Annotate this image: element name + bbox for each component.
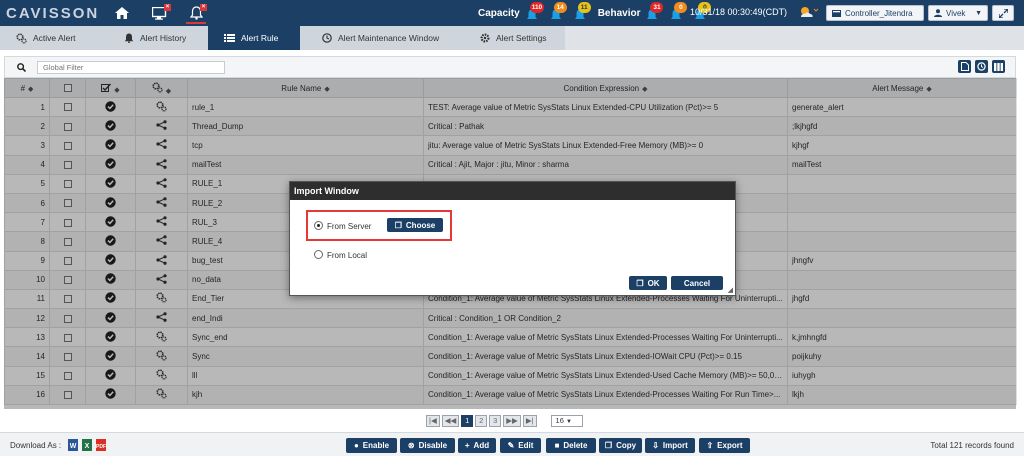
fullscreen-button[interactable] (992, 5, 1014, 21)
history-button[interactable] (975, 60, 988, 73)
tab-bar: Active Alert Alert History Alert Rule Al… (0, 26, 1024, 50)
footer-bar: Download As : W X PDF ● Enable ⊗ Disable +… (0, 432, 1024, 456)
behavior-critical[interactable]: 31 (644, 2, 664, 23)
monitor-icon[interactable]: × (148, 1, 172, 25)
metrics-summary: Capacity 110 14 11 Behavior 31 0 0 (478, 2, 716, 23)
dialog-title: Import Window (290, 182, 735, 200)
copy-button[interactable]: ❐ Copy (599, 438, 642, 453)
cancel-button[interactable]: Cancel (671, 276, 723, 290)
server-datetime: 10/31/18 00:30:49(CDT) (690, 7, 788, 17)
total-records: Total 121 records found (930, 441, 1014, 450)
tab-alert-rule[interactable]: Alert Rule (208, 26, 300, 50)
weather-icon[interactable] (797, 4, 819, 22)
capacity-major[interactable]: 14 (548, 2, 568, 23)
resize-handle-icon[interactable]: ◢ (728, 286, 733, 294)
tab-alert-settings[interactable]: Alert Settings (464, 26, 565, 50)
capacity-label: Capacity (478, 7, 520, 19)
bell-alert-badge: × (200, 4, 207, 11)
excel-download-icon[interactable]: X (82, 439, 92, 453)
brand-logo: CAVISSON (6, 4, 100, 22)
enable-button[interactable]: ● Enable (346, 438, 397, 453)
gears-icon (16, 32, 27, 44)
server-icon (832, 9, 841, 17)
word-download-icon[interactable]: W (68, 439, 78, 453)
add-button[interactable]: + Add (458, 438, 496, 453)
edit-icon: ✎ (507, 441, 515, 450)
copy-icon: ❐ (604, 441, 613, 450)
page-3-button[interactable]: 3 (489, 414, 502, 427)
pdf-download-icon[interactable]: PDF (96, 439, 106, 453)
behavior-label: Behavior (597, 7, 641, 19)
list-icon (224, 34, 235, 42)
expand-icon (998, 8, 1008, 18)
from-local-label: From Local (327, 251, 368, 260)
choose-button[interactable]: ❐ Choose (387, 218, 443, 232)
bell-nav-icon[interactable]: × (184, 1, 208, 25)
check-circle-icon: ● (353, 441, 359, 450)
export-file-button[interactable] (958, 60, 971, 73)
page-2-button[interactable]: 2 (475, 414, 488, 427)
ok-button[interactable]: ❐ OK (629, 276, 667, 290)
chevron-down-icon: ▼ (565, 418, 572, 425)
download-icon: ⇩ (652, 441, 659, 450)
copy-icon: ❐ (636, 278, 644, 288)
plus-icon: + (464, 441, 470, 450)
last-page-button[interactable]: ▶| (522, 414, 537, 427)
export-button[interactable]: ⇧ Export (699, 438, 750, 453)
svg-text:W: W (70, 443, 77, 450)
next-page-button[interactable]: ▶▶ (503, 414, 521, 427)
edit-button[interactable]: ✎ Edit (500, 438, 541, 453)
from-server-radio[interactable] (314, 221, 323, 230)
clock-icon (322, 33, 332, 43)
behavior-major[interactable]: 0 (668, 2, 688, 23)
capacity-minor[interactable]: 11 (572, 2, 592, 23)
import-button[interactable]: ⇩ Import (645, 438, 695, 453)
tab-active-alert[interactable]: Active Alert (0, 26, 108, 50)
chevron-down-icon: ▼ (975, 9, 982, 17)
upload-icon: ⇧ (706, 441, 714, 450)
import-window-dialog: Import Window From Server ❐ Choose From L… (289, 181, 736, 296)
first-page-button[interactable]: |◀ (426, 414, 440, 427)
columns-icon (994, 62, 1003, 71)
svg-text:X: X (85, 443, 90, 450)
disable-button[interactable]: ⊗ Disable (400, 438, 455, 453)
page-size-select[interactable]: 16 ▼ (550, 414, 583, 427)
column-toggle-button[interactable] (992, 60, 1005, 73)
capacity-critical[interactable]: 110 (524, 2, 545, 23)
home-icon[interactable] (110, 1, 134, 25)
user-menu[interactable]: Vivek ▼ (928, 5, 988, 21)
file-icon (960, 62, 969, 71)
global-filter-input[interactable] (37, 61, 225, 74)
top-header: CAVISSON × × Capacity 110 14 11 Behavior… (0, 0, 1024, 26)
delete-button[interactable]: ■ Delete (546, 438, 596, 453)
tab-alert-maintenance-window[interactable]: Alert Maintenance Window (306, 26, 464, 50)
from-local-radio[interactable] (314, 250, 323, 259)
monitor-alert-badge: × (164, 4, 171, 11)
page-1-button[interactable]: 1 (461, 414, 474, 427)
search-icon (17, 63, 26, 72)
user-icon (934, 9, 942, 17)
cancel-circle-icon: ⊗ (407, 441, 415, 450)
copy-icon: ❐ (394, 220, 402, 230)
gear-icon (480, 33, 490, 43)
download-label: Download As : (10, 441, 62, 450)
controller-selector[interactable]: Controller_Jitendra (826, 5, 924, 21)
tab-alert-history[interactable]: Alert History (108, 26, 208, 50)
svg-text:PDF: PDF (96, 444, 106, 450)
trash-icon: ■ (554, 441, 560, 450)
history-icon (977, 62, 986, 71)
prev-page-button[interactable]: ◀◀ (441, 414, 460, 427)
filter-toolbar (4, 56, 1016, 78)
from-server-label: From Server (327, 222, 372, 231)
bell-icon (124, 33, 134, 43)
pagination: |◀ ◀◀ 1 2 3 ▶▶ ▶| 16 ▼ (426, 414, 583, 427)
